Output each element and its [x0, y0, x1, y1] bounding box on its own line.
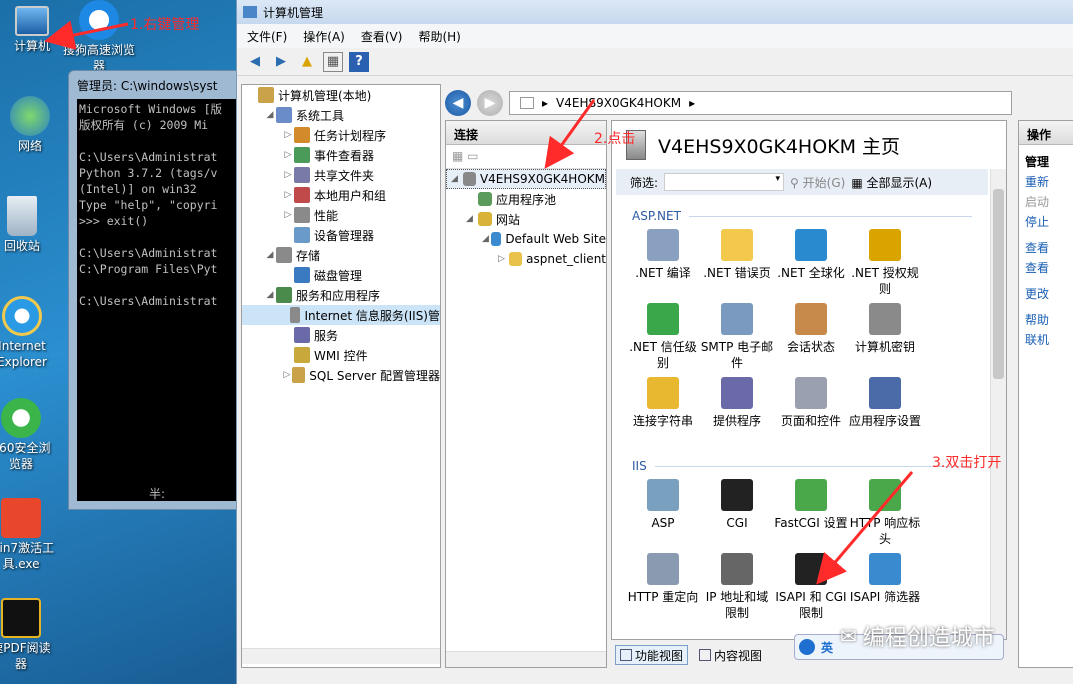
arrow-3 — [816, 471, 914, 585]
arrow-2 — [544, 99, 596, 169]
arrow-1 — [44, 20, 129, 50]
annotation-arrows — [44, 20, 914, 585]
